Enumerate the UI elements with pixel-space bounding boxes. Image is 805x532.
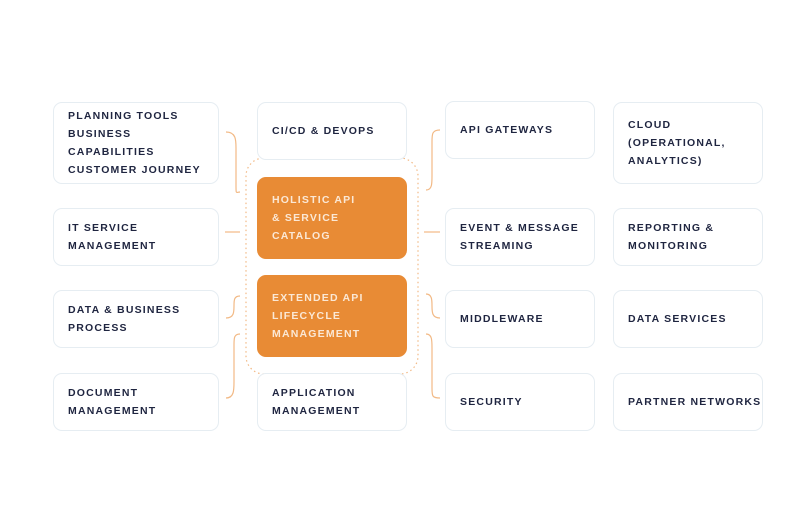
node-label: PARTNER NETWORKS <box>628 396 762 408</box>
node-label: IT SERVICE MANAGEMENT <box>68 222 157 252</box>
node-label: APPLICATION MANAGEMENT <box>272 387 361 417</box>
node-middleware: MIDDLEWARE <box>445 290 595 348</box>
connector-lifecycle-to-middleware <box>425 293 441 319</box>
node-label: REPORTING & MONITORING <box>628 222 715 252</box>
node-document-management: DOCUMENT MANAGEMENT <box>53 373 219 431</box>
node-partner-networks: PARTNER NETWORKS <box>613 373 763 431</box>
connector-data-to-lifecycle <box>225 295 241 319</box>
node-label: DOCUMENT MANAGEMENT <box>68 387 157 417</box>
node-cloud: CLOUD (OPERATIONAL, ANALYTICS) <box>613 102 763 184</box>
node-event-message-streaming: EVENT & MESSAGE STREAMING <box>445 208 595 266</box>
node-cicd-devops: CI/CD & DEVOPS <box>257 102 407 160</box>
node-reporting-monitoring: REPORTING & MONITORING <box>613 208 763 266</box>
node-label: SECURITY <box>460 396 523 408</box>
node-label: CLOUD (OPERATIONAL, ANALYTICS) <box>628 119 726 167</box>
connectors <box>225 129 441 399</box>
node-data-business-process: DATA & BUSINESS PROCESS <box>53 290 219 348</box>
node-application-management: APPLICATION MANAGEMENT <box>257 373 407 431</box>
node-label: MIDDLEWARE <box>460 313 544 325</box>
node-label: EVENT & MESSAGE STREAMING <box>460 222 579 252</box>
node-planning-tools: PLANNING TOOLS BUSINESS CAPABILITIES CUS… <box>53 102 219 184</box>
node-holistic-api-catalog: HOLISTIC API & SERVICE CATALOG <box>257 177 407 259</box>
connector-document-to-lifecycle <box>225 333 241 399</box>
node-label: HOLISTIC API & SERVICE CATALOG <box>272 194 356 242</box>
node-label: DATA & BUSINESS PROCESS <box>68 304 181 334</box>
node-api-gateways: API GATEWAYS <box>445 101 595 159</box>
node-extended-api-lifecycle: EXTENDED API LIFECYCLE MANAGEMENT <box>257 275 407 357</box>
node-it-service-management: IT SERVICE MANAGEMENT <box>53 208 219 266</box>
node-label: API GATEWAYS <box>460 124 554 136</box>
connector-planning-to-catalog <box>225 131 241 194</box>
connector-lines <box>225 129 441 399</box>
node-label: PLANNING TOOLS BUSINESS CAPABILITIES CUS… <box>68 110 201 176</box>
connector-catalog-to-gateways <box>425 129 441 191</box>
node-security: SECURITY <box>445 373 595 431</box>
node-data-services: DATA SERVICES <box>613 290 763 348</box>
connector-lifecycle-to-security <box>425 333 441 399</box>
node-label: DATA SERVICES <box>628 313 727 325</box>
node-label: CI/CD & DEVOPS <box>272 125 375 137</box>
node-label: EXTENDED API LIFECYCLE MANAGEMENT <box>272 292 364 340</box>
